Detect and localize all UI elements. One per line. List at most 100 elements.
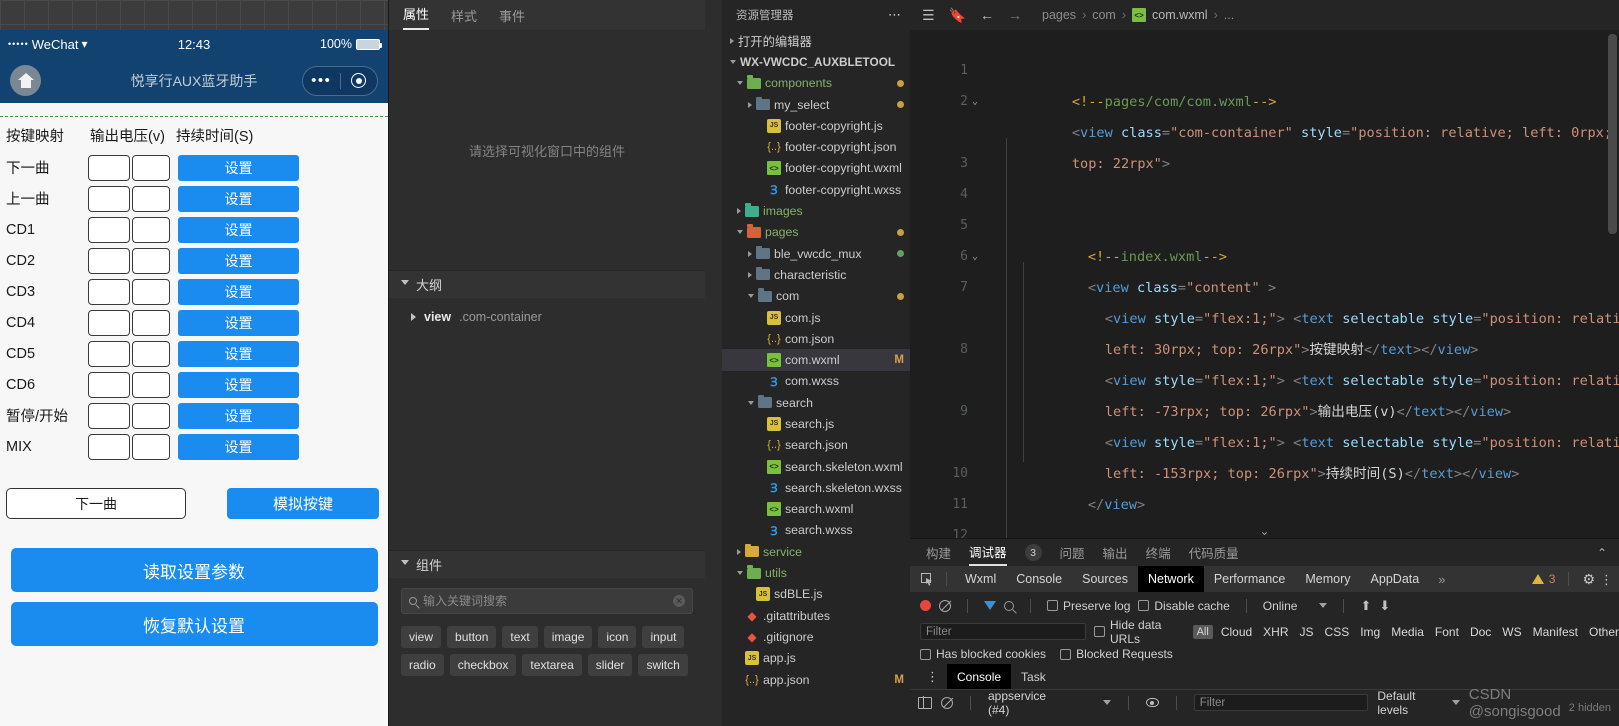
network-filter-type[interactable]: Other — [1589, 625, 1619, 639]
component-chip[interactable]: textarea — [522, 654, 582, 676]
component-chip[interactable]: image — [543, 626, 593, 648]
breadcrumb-pages[interactable]: pages — [1042, 8, 1076, 22]
network-filter-type[interactable]: XHR — [1263, 625, 1288, 639]
kebab-icon[interactable]: ⋮ — [1600, 573, 1613, 586]
set-button[interactable]: 设置 — [178, 309, 299, 336]
set-button[interactable]: 设置 — [178, 402, 299, 429]
simulate-key-button[interactable]: 模拟按键 — [227, 488, 379, 519]
component-chip[interactable]: icon — [598, 626, 637, 648]
tree-folder-row[interactable]: utils — [722, 562, 910, 583]
network-filter-input[interactable] — [920, 623, 1086, 640]
read-params-button[interactable]: 读取设置参数 — [10, 548, 378, 592]
console-drawer-tab[interactable]: Task — [1011, 664, 1056, 689]
tree-folder-row[interactable]: ble_vwcdc_mux — [722, 243, 910, 264]
duration-input[interactable] — [132, 309, 170, 336]
tree-file-row[interactable]: ◆ .gitignore — [722, 626, 910, 647]
tree-folder-row[interactable]: pages — [722, 222, 910, 243]
editor-collapse-bar[interactable]: ⌄ — [910, 524, 1619, 538]
code-editor[interactable]: 1 2 ⌄ 3 4 5 6 ⌄ 7 8 9 10 11 12 <!--pages… — [910, 30, 1619, 538]
close-circle-icon[interactable] — [341, 73, 378, 88]
wechat-capsule-button[interactable]: ••• — [302, 65, 378, 96]
chevron-up-icon[interactable]: ⌃ — [1597, 546, 1607, 560]
restore-default-button[interactable]: 恢复默认设置 — [10, 602, 378, 646]
checkbox-icon[interactable] — [1138, 600, 1150, 611]
voltage-input[interactable] — [88, 185, 130, 212]
open-editors-row[interactable]: 打开的编辑器 — [722, 30, 910, 51]
eye-icon[interactable] — [1145, 698, 1159, 707]
fold-arrow-icon[interactable]: ⌄ — [972, 87, 978, 118]
clear-icon[interactable] — [939, 599, 951, 612]
tree-file-row[interactable]: {..} app.json M — [722, 669, 910, 690]
duration-input[interactable] — [132, 402, 170, 429]
attributes-tab[interactable]: 样式 — [451, 6, 477, 30]
inspector-tab[interactable]: Performance — [1204, 566, 1296, 592]
tree-file-row[interactable]: <> footer-copyright.wxml — [722, 158, 910, 179]
component-chip[interactable]: input — [642, 626, 685, 648]
set-button[interactable]: 设置 — [178, 278, 299, 305]
tree-folder-row[interactable]: my_select — [722, 94, 910, 115]
duration-input[interactable] — [132, 154, 170, 181]
outline-node-root[interactable]: view .com-container — [411, 310, 705, 324]
devtools-panel-tab[interactable]: 终端 — [1146, 539, 1171, 566]
tree-file-row[interactable]: Ɜcom.wxss — [722, 371, 910, 392]
components-section-header[interactable]: 组件 — [389, 550, 705, 578]
duration-input[interactable] — [132, 247, 170, 274]
voltage-input[interactable] — [88, 340, 130, 367]
tree-file-row[interactable]: ◆ .gitattributes — [722, 605, 910, 626]
hide-data-urls-toggle[interactable]: Hide data URLs — [1094, 618, 1185, 646]
drawer-kebab-icon[interactable]: ⋮ — [918, 670, 947, 683]
devtools-panel-tab[interactable]: 构建 — [926, 539, 951, 566]
funnel-icon[interactable] — [984, 601, 996, 610]
devtools-panel-tab[interactable]: 问题 — [1060, 539, 1085, 566]
tree-file-row[interactable]: {..} footer-copyright.json — [722, 136, 910, 157]
list-icon[interactable]: ☰ — [922, 7, 935, 24]
network-filter-type[interactable]: Cloud — [1221, 625, 1252, 639]
voltage-input[interactable] — [88, 216, 130, 243]
component-chip[interactable]: slider — [587, 654, 633, 676]
inspector-tab[interactable]: Memory — [1295, 566, 1360, 592]
disable-cache-toggle[interactable]: Disable cache — [1138, 599, 1230, 613]
voltage-input[interactable] — [88, 433, 130, 460]
upload-icon[interactable]: ⬆ — [1360, 598, 1371, 614]
network-filter-type[interactable]: Manifest — [1533, 625, 1578, 639]
tree-folder-row[interactable]: images — [722, 200, 910, 221]
network-filter-type[interactable]: Img — [1360, 625, 1380, 639]
record-icon[interactable] — [920, 600, 931, 611]
tree-file-row[interactable]: Ɜfooter-copyright.wxss — [722, 179, 910, 200]
tree-file-row[interactable]: Ɜsearch.skeleton.wxss — [722, 477, 910, 498]
home-icon[interactable] — [10, 65, 41, 96]
component-chip[interactable]: checkbox — [449, 654, 517, 676]
tree-file-row[interactable]: <> com.wxml M — [722, 349, 910, 371]
more-tabs-icon[interactable]: » — [1429, 572, 1454, 587]
more-dots-icon[interactable]: ••• — [303, 73, 340, 88]
duration-input[interactable] — [132, 340, 170, 367]
console-context-select[interactable]: appservice (#4) — [988, 689, 1111, 717]
component-search-input[interactable] — [423, 594, 667, 608]
set-button[interactable]: 设置 — [178, 185, 299, 212]
set-button[interactable]: 设置 — [178, 216, 299, 243]
voltage-input[interactable] — [88, 247, 130, 274]
project-root-row[interactable]: WX-VWCDC_AUXBLETOOL — [722, 51, 910, 72]
checkbox-icon[interactable] — [1047, 600, 1058, 611]
console-filter-input[interactable] — [1193, 694, 1369, 711]
set-button[interactable]: 设置 — [178, 433, 299, 460]
tree-file-row[interactable]: JS footer-copyright.js — [722, 115, 910, 136]
component-chip[interactable]: text — [502, 626, 538, 648]
console-drawer-tab[interactable]: Console — [947, 664, 1012, 689]
network-filter-type[interactable]: Doc — [1470, 625, 1491, 639]
tree-folder-row[interactable]: characteristic — [722, 264, 910, 285]
duration-input[interactable] — [132, 216, 170, 243]
component-chip[interactable]: radio — [401, 654, 444, 676]
fold-arrow-icon[interactable]: ⌄ — [972, 242, 978, 273]
search-icon[interactable] — [1004, 600, 1014, 611]
tree-file-row[interactable]: <> search.wxml — [722, 499, 910, 520]
clear-console-icon[interactable] — [941, 696, 953, 709]
voltage-input[interactable] — [88, 371, 130, 398]
clear-search-icon[interactable]: ✕ — [673, 595, 685, 607]
network-filter-type[interactable]: JS — [1300, 625, 1314, 639]
component-chip[interactable]: view — [401, 626, 442, 648]
tree-folder-row[interactable]: components — [722, 73, 910, 94]
console-levels-select[interactable]: Default levels — [1377, 689, 1460, 717]
checkbox-icon[interactable] — [1060, 648, 1072, 660]
preserve-log-toggle[interactable]: Preserve log — [1047, 599, 1130, 613]
